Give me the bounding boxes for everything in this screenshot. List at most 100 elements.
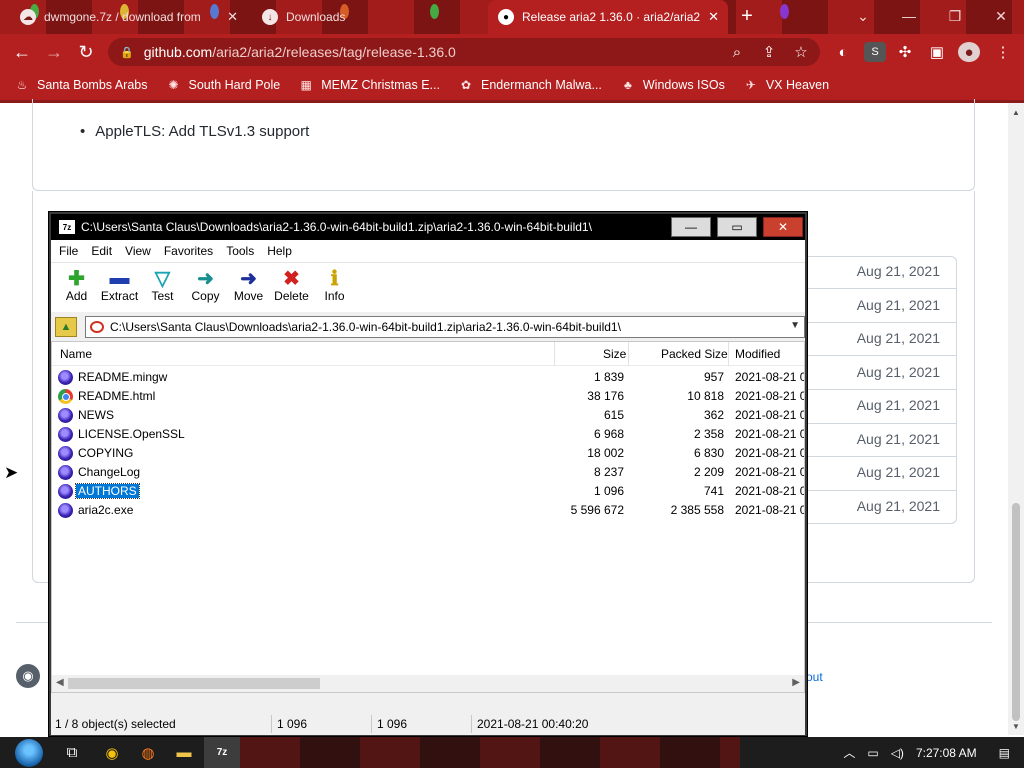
start-button[interactable] [10,737,48,768]
clock[interactable]: 7:27:08 AM [916,746,977,760]
file-modified: 2021-08-21 0 [735,427,805,441]
copy-button[interactable]: ➜ Copy [184,263,227,313]
bookmark-icon: ✿ [460,78,472,92]
add-button[interactable]: ✚ Add [55,263,98,313]
file-row[interactable]: ChangeLog 8 237 2 209 2021-08-21 0 [52,463,804,482]
puzzle-icon[interactable]: ✣ [894,42,916,62]
scroll-down-icon[interactable]: ▼ [1008,719,1024,733]
file-row-selected[interactable]: AUTHORS 1 096 741 2021-08-21 0 [52,482,804,501]
file-row[interactable]: NEWS 615 362 2021-08-21 0 [52,406,804,425]
info-button[interactable]: ℹ Info [313,263,356,313]
close-icon[interactable]: ✕ [227,9,238,25]
bookmark-item[interactable]: ✿ Endermanch Malwa... [458,77,602,93]
side-panel-icon[interactable]: ▣ [926,42,948,62]
file-explorer-icon[interactable]: ▬ [166,737,202,768]
network-icon[interactable]: ▭ [867,746,878,760]
7zip-taskbar-icon[interactable]: 7z [204,737,240,768]
horizontal-scrollbar[interactable]: ◀ ▶ [52,675,804,692]
github-logo-icon[interactable]: ◉ [16,664,40,688]
footer-about-link[interactable]: out [806,670,823,684]
7zip-title-bar[interactable]: 7z C:\Users\Santa Claus\Downloads\aria2-… [51,214,805,240]
restore-button[interactable]: ❐ [932,0,978,32]
menu-edit[interactable]: Edit [91,244,112,258]
7zip-path-combobox[interactable]: C:\Users\Santa Claus\Downloads\aria2-1.3… [85,316,805,338]
aria-icon [58,503,73,518]
forward-arrow-icon[interactable]: → [42,40,66,64]
tab-downloads[interactable]: ↓ Downloads [252,0,484,34]
minimize-button[interactable]: — [671,217,711,237]
bookmark-item[interactable]: ▦ MEMZ Christmas E... [298,77,440,93]
notification-icon[interactable]: ▤ [999,746,1010,760]
extension-flag-icon[interactable]: ◐ [832,42,854,62]
column-divider[interactable] [628,342,629,366]
column-modified[interactable]: Modified [735,347,780,361]
bookmark-item[interactable]: ✺ South Hard Pole [165,77,280,93]
file-row[interactable]: aria2c.exe 5 596 672 2 385 558 2021-08-2… [52,501,804,520]
close-icon[interactable]: ✕ [708,9,719,25]
menu-file[interactable]: File [59,244,78,258]
scroll-thumb[interactable] [68,678,320,689]
tab-search-icon[interactable]: ⌄ [840,0,886,32]
menu-favorites[interactable]: Favorites [164,244,213,258]
task-view-icon[interactable]: ⧉ [54,737,90,768]
page-scrollbar[interactable]: ▲ ▼ [1008,103,1024,735]
test-button[interactable]: ▽ Test [141,263,184,313]
tab-dwmgone[interactable]: ☁ dwmgone.7z / download from ✕ [10,0,248,34]
close-window-button[interactable]: ✕ [978,0,1024,32]
column-size[interactable]: Size [603,347,626,361]
scroll-thumb[interactable] [1012,503,1020,721]
file-modified: 2021-08-21 0 [735,389,805,403]
back-arrow-icon[interactable]: ← [10,40,34,64]
reload-icon[interactable]: ↻ [74,40,98,64]
menu-icon[interactable]: ⋮ [992,42,1014,62]
bookmark-item[interactable]: ✈ VX Heaven [743,77,829,93]
maximize-button[interactable]: ▭ [717,217,757,237]
bookmark-icon: ♣ [623,78,632,92]
tool-label: Extract [100,289,139,303]
column-packed-size[interactable]: Packed Size [661,347,728,361]
column-divider[interactable] [554,342,555,366]
firefox-taskbar-icon[interactable]: ◍ [130,737,166,768]
file-row[interactable]: COPYING 18 002 6 830 2021-08-21 0 [52,444,804,463]
file-packed-size: 2 358 [693,427,724,441]
file-row[interactable]: LICENSE.OpenSSL 6 968 2 358 2021-08-21 0 [52,425,804,444]
tool-label: Test [151,289,174,303]
tab-release-aria2[interactable]: ● Release aria2 1.36.0 · aria2/aria2 ✕ [488,0,728,34]
search-icon[interactable]: ⌕ [726,42,748,62]
scroll-up-icon[interactable]: ▲ [1008,105,1024,119]
asset-date: Aug 21, 2021 [856,431,940,447]
column-divider[interactable] [728,342,729,366]
file-name: ChangeLog [78,465,141,479]
extension-s-icon[interactable]: S [864,42,886,62]
menu-help[interactable]: Help [267,244,292,258]
minimize-button[interactable]: — [886,0,932,32]
extract-button[interactable]: ▬ Extract [98,263,141,313]
file-row[interactable]: README.html 38 176 10 818 2021-08-21 0 [52,387,804,406]
column-name[interactable]: Name [60,347,92,361]
tool-label: Delete [274,289,309,303]
new-tab-button[interactable]: + [734,0,760,32]
chevron-up-icon[interactable]: ︿ [843,744,855,761]
bookmark-icon: ✈ [745,78,756,92]
profile-avatar[interactable]: ● [958,42,980,62]
release-note-text: AppleTLS: Add TLSv1.3 support [95,123,310,140]
address-bar[interactable]: 🔒 github.com /aria2/aria2/releases/tag/r… [108,38,820,66]
scroll-left-icon[interactable]: ◀ [56,677,64,688]
close-button[interactable]: ✕ [763,217,803,237]
menu-view[interactable]: View [125,244,151,258]
menu-tools[interactable]: Tools [226,244,254,258]
file-row[interactable]: README.mingw 1 839 957 2021-08-21 0 [52,368,804,387]
bookmark-item[interactable]: ♨ Santa Bombs Arabs [14,77,148,93]
scroll-right-icon[interactable]: ▶ [792,677,800,688]
share-icon[interactable]: ⇪ [758,42,780,62]
bookmarks-bar: ♨ Santa Bombs Arabs ✺ South Hard Pole ▦ MEM… [0,70,1024,100]
bookmark-item[interactable]: ♣ Windows ISOs [620,77,725,93]
move-button[interactable]: ➜ Move [227,263,270,313]
delete-button[interactable]: ✖ Delete [270,263,313,313]
folder-up-icon[interactable]: ▲ [55,317,77,337]
chevron-down-icon[interactable]: ▼ [790,320,800,331]
volume-icon[interactable]: ◁) [891,746,904,760]
chrome-taskbar-icon[interactable]: ◉ [94,737,130,768]
test-icon: ▽ [154,267,171,290]
star-icon[interactable]: ☆ [790,42,812,62]
